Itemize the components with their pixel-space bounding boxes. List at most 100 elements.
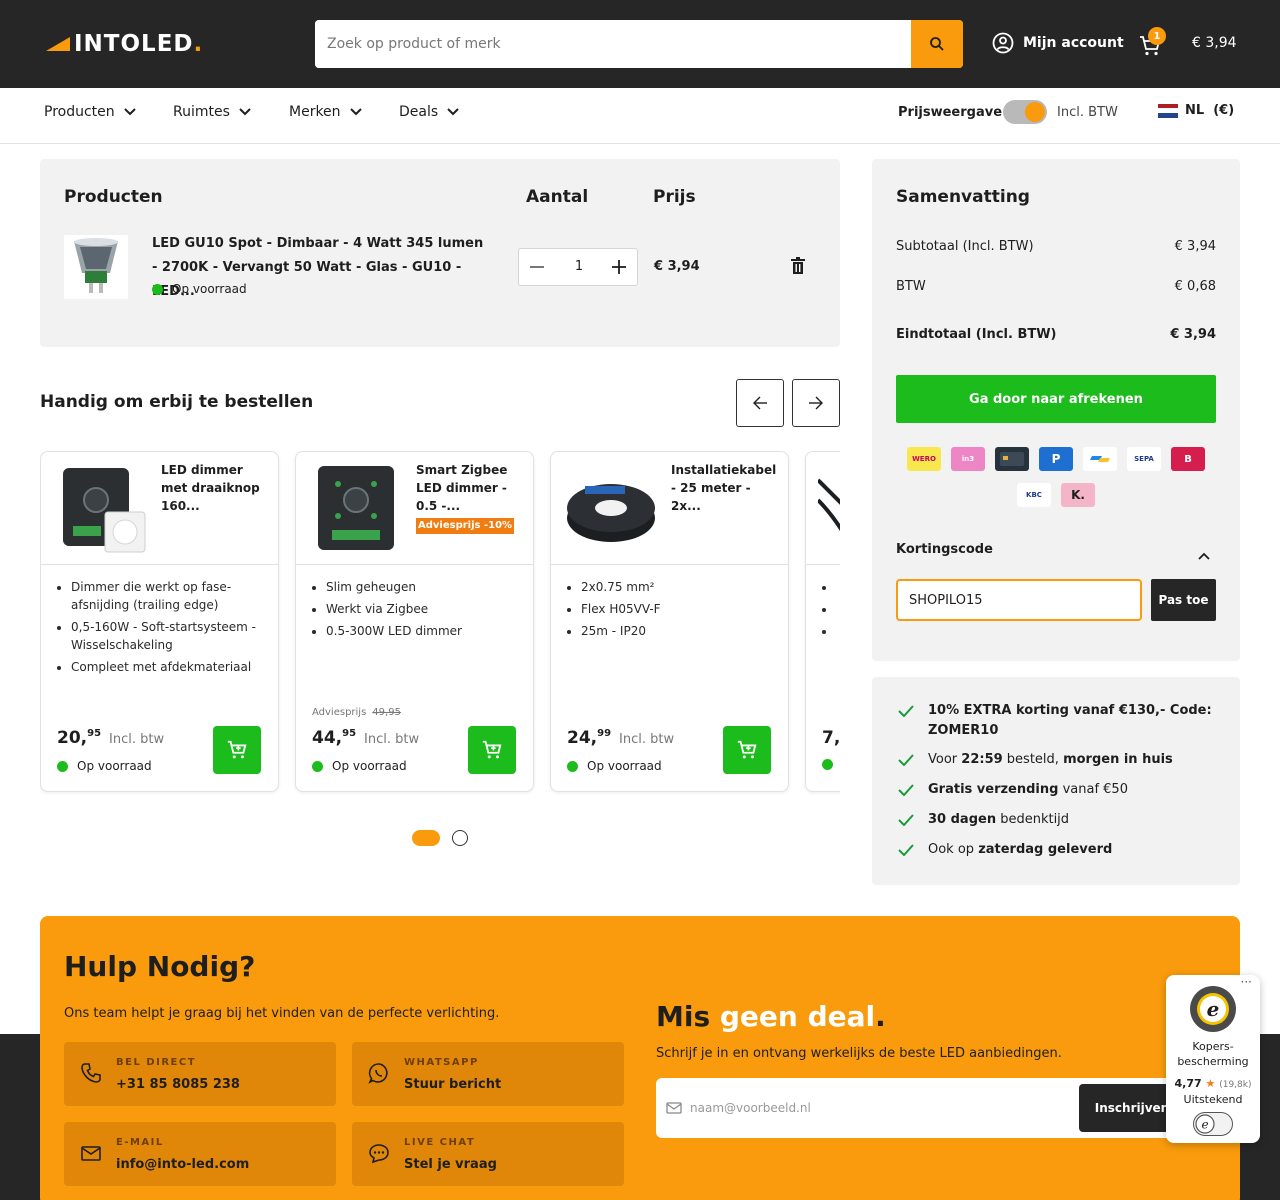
add-to-cart-button[interactable]	[723, 726, 771, 774]
search-input[interactable]	[315, 20, 911, 68]
usp-part: bedenktijd	[996, 812, 1070, 827]
upsell-card[interactable]: 7,9	[805, 451, 840, 792]
cart-panel: Producten Aantal Prijs LED GU10 Spot - D…	[40, 159, 840, 347]
quantity-stepper: 1	[518, 248, 638, 286]
more-options-icon[interactable]: ···	[1241, 975, 1252, 989]
usp-bold: 22:59	[961, 752, 1003, 767]
usp-item: 10% EXTRA korting vanaf €130,- Code: ZOM…	[898, 701, 1218, 741]
coupon-input[interactable]	[896, 579, 1142, 621]
subtotal-label: Subtotaal (Incl. BTW)	[896, 239, 1034, 254]
logo[interactable]: INTOLED.	[46, 30, 202, 58]
account-link[interactable]: Mijn account	[992, 32, 1124, 54]
card-price: 24, 99 Incl. btw	[567, 728, 674, 748]
nav-item-deals[interactable]: Deals	[399, 104, 459, 120]
mail-icon	[81, 1146, 101, 1161]
usp-bold: 10% EXTRA korting vanaf €130,- Code: ZOM…	[928, 703, 1212, 738]
advice-price-label: Adviesprijs	[312, 707, 367, 718]
contact-email[interactable]: E-MAIL info@into-led.com	[64, 1122, 336, 1186]
add-to-cart-button[interactable]	[468, 726, 516, 774]
cart-count-badge: 1	[1148, 27, 1166, 45]
usp-text: 10% EXTRA korting vanaf €130,- Code: ZOM…	[928, 701, 1218, 741]
price-main: 20,	[57, 728, 88, 748]
arrow-left-icon	[753, 396, 767, 410]
newsletter-title-part: Mis	[656, 1000, 720, 1033]
star-icon: ★	[1205, 1077, 1216, 1090]
contact-whatsapp[interactable]: WHATSAPP Stuur bericht	[352, 1042, 624, 1106]
price-display-label: Prijsweergave	[898, 105, 1003, 120]
kbc-payment-icon: KBC	[1017, 483, 1051, 507]
subtotal-value: € 3,94	[1174, 239, 1216, 254]
usp-part: vanaf €50	[1058, 782, 1128, 797]
price-mode-label: Incl. BTW	[1057, 105, 1118, 120]
upsell-carousel: LED dimmer met draaiknop 160... Dimmer d…	[40, 451, 840, 796]
check-icon	[898, 705, 914, 717]
feature-item: Compleet met afdekmateriaal	[71, 658, 271, 676]
search-button[interactable]	[911, 20, 963, 68]
remove-item-button[interactable]	[790, 257, 806, 279]
chevron-down-icon	[447, 108, 459, 116]
check-icon	[898, 754, 914, 766]
contact-label: BEL DIRECT	[116, 1057, 197, 1068]
in-stock-dot-icon	[57, 760, 68, 772]
newsletter-subtitle: Schrijf je in en ontvang werkelijks de b…	[656, 1046, 1062, 1061]
check-icon	[898, 784, 914, 796]
contact-label: LIVE CHAT	[404, 1137, 476, 1148]
carousel-prev-button[interactable]	[736, 379, 784, 427]
cart-button[interactable]: 1	[1138, 27, 1168, 60]
chevron-down-icon	[349, 108, 362, 116]
product-image[interactable]	[64, 235, 128, 299]
coupon-label[interactable]: Kortingscode	[896, 542, 993, 557]
apply-coupon-button[interactable]: Pas toe	[1151, 579, 1216, 621]
whatsapp-icon	[368, 1063, 388, 1084]
search-bar	[315, 20, 963, 68]
svg-text:e: e	[1207, 997, 1220, 1021]
in-stock-dot-icon	[567, 760, 578, 772]
price-main: 44,	[312, 728, 343, 748]
paypal-payment-icon: P	[1039, 447, 1073, 471]
carousel-page-2[interactable]	[452, 830, 468, 846]
cart-add-icon	[227, 740, 247, 759]
newsletter-email-input[interactable]	[690, 1088, 1070, 1128]
usp-part: Voor	[928, 752, 962, 767]
dutch-flag-icon	[1158, 103, 1178, 118]
nav-item-label: Merken	[289, 104, 341, 120]
cart-add-icon	[482, 740, 502, 759]
trusted-shops-toggle[interactable]: e	[1193, 1112, 1233, 1136]
nav-item-label: Ruimtes	[173, 104, 230, 120]
newsletter-title-part: .	[875, 1000, 886, 1033]
chat-icon	[369, 1144, 389, 1164]
quantity-value[interactable]: 1	[569, 259, 589, 274]
contact-live-chat[interactable]: LIVE CHAT Stel je vraag	[352, 1122, 624, 1186]
nav-item-merken[interactable]: Merken	[289, 104, 362, 120]
user-icon	[992, 32, 1014, 54]
checkout-button[interactable]: Ga door naar afrekenen	[896, 375, 1216, 423]
price-cents: 99	[597, 728, 612, 739]
cart-total[interactable]: € 3,94	[1192, 35, 1237, 51]
card-price: 20, 95 Incl. btw	[57, 728, 164, 748]
carousel-page-1[interactable]	[412, 830, 440, 846]
language-selector[interactable]: NL (€)	[1158, 103, 1234, 118]
vat-toggle[interactable]	[1003, 100, 1047, 124]
collapse-coupon-button[interactable]	[1198, 545, 1210, 564]
search-icon	[930, 37, 944, 51]
trusted-shops-badge[interactable]: ··· e Kopers-bescherming 4,77 ★ (19,8k) …	[1166, 975, 1260, 1143]
total-value: € 3,94	[1170, 327, 1216, 342]
carousel-next-button[interactable]	[792, 379, 840, 427]
upsell-card[interactable]: Smart Zigbee LED dimmer - 0.5 -... Advie…	[295, 451, 534, 792]
upsell-card[interactable]: LED dimmer met draaiknop 160... Dimmer d…	[40, 451, 279, 792]
usp-bold: zaterdag geleverd	[978, 842, 1113, 857]
upsell-card[interactable]: Installatiekabel - 25 meter - 2x... 2x0.…	[550, 451, 789, 792]
cart-add-icon	[737, 740, 757, 759]
help-section: Hulp Nodig? Ons team helpt je graag bij …	[40, 916, 1240, 1200]
decrease-quantity-button[interactable]	[529, 259, 545, 279]
increase-quantity-button[interactable]	[611, 259, 627, 279]
chevron-down-icon	[239, 108, 251, 116]
nav-item-ruimtes[interactable]: Ruimtes	[173, 104, 251, 120]
trash-icon	[791, 257, 805, 274]
svg-text:e: e	[1201, 1117, 1208, 1131]
add-to-cart-button[interactable]	[213, 726, 261, 774]
usp-bold: Gratis verzending	[928, 782, 1059, 797]
cable-reel-product-image	[567, 484, 655, 542]
nav-item-producten[interactable]: Producten	[44, 104, 136, 120]
contact-phone[interactable]: BEL DIRECT +31 85 8085 238	[64, 1042, 336, 1106]
